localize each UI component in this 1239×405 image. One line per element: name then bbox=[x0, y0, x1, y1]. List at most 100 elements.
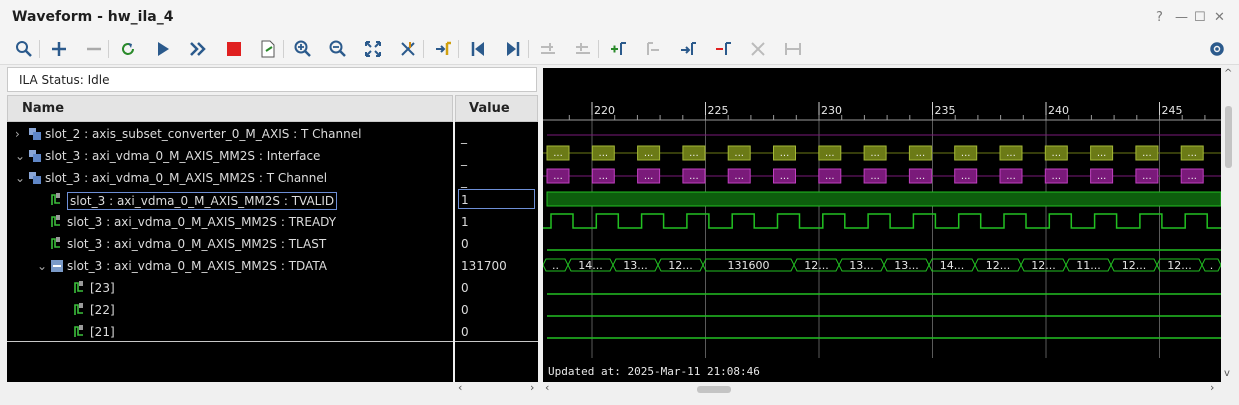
next-marker-icon[interactable] bbox=[678, 39, 698, 59]
tdata-value-label: 14... bbox=[940, 259, 965, 272]
prev-transition-icon[interactable] bbox=[538, 39, 558, 59]
expand-toggle-icon[interactable]: ⌄ bbox=[15, 171, 25, 185]
tdata-value-label: 13... bbox=[849, 259, 874, 272]
close-icon[interactable]: ✕ bbox=[1214, 10, 1225, 25]
bit-signal-icon bbox=[51, 215, 60, 227]
marker-add-icon[interactable] bbox=[433, 39, 453, 59]
signal-row[interactable]: [22] bbox=[7, 299, 453, 321]
signal-name: [21] bbox=[90, 325, 115, 339]
add-marker-icon[interactable] bbox=[608, 39, 628, 59]
settings-icon[interactable] bbox=[1207, 39, 1227, 59]
time-tick-label: 235 bbox=[935, 104, 956, 117]
tdata-value-label: 11... bbox=[1076, 259, 1101, 272]
bus-block-label: ... bbox=[780, 148, 790, 159]
zoom-search-icon[interactable] bbox=[14, 39, 34, 59]
signal-name: slot_3 : axi_vdma_0_M_AXIS_MM2S : TREADY bbox=[67, 215, 337, 229]
zoom-in-icon[interactable] bbox=[293, 39, 313, 59]
bus-block-label: ... bbox=[553, 171, 563, 182]
bus-block-label: ... bbox=[644, 148, 654, 159]
cursor-icon[interactable] bbox=[398, 39, 418, 59]
signal-value: 1 bbox=[458, 189, 535, 209]
bit-signal-icon bbox=[74, 303, 83, 315]
names-hscroll[interactable]: ‹ › bbox=[7, 381, 538, 396]
value-header-label: Value bbox=[469, 101, 510, 116]
zoom-out-icon[interactable] bbox=[328, 39, 348, 59]
waveform-pane[interactable]: 220 225 230 235 240 245......................… bbox=[543, 68, 1221, 382]
signal-row[interactable]: [23] bbox=[7, 277, 453, 299]
value-column-header[interactable]: Value bbox=[455, 95, 538, 122]
bus-block-label: ... bbox=[1187, 171, 1197, 182]
stop-icon[interactable] bbox=[224, 39, 244, 59]
ila-status-text: ILA Status: Idle bbox=[19, 73, 110, 87]
signal-row[interactable]: › slot_2 : axis_subset_converter_0_M_AXIS… bbox=[7, 123, 453, 145]
measure-icon[interactable] bbox=[783, 39, 803, 59]
signal-row[interactable]: ⌄ slot_3 : axi_vdma_0_M_AXIS_MM2S : Inter… bbox=[7, 145, 453, 167]
go-last-icon[interactable] bbox=[503, 39, 523, 59]
fast-forward-icon[interactable] bbox=[188, 39, 208, 59]
bus-block-label: ... bbox=[1097, 148, 1107, 159]
bus-block-label: ... bbox=[734, 171, 744, 182]
help-icon[interactable]: ? bbox=[1156, 10, 1163, 25]
name-column-header[interactable]: Name bbox=[7, 95, 453, 122]
tdata-value-label: 13... bbox=[623, 259, 648, 272]
run-icon[interactable] bbox=[153, 39, 173, 59]
prev-marker-icon[interactable] bbox=[643, 39, 663, 59]
next-transition-icon[interactable] bbox=[573, 39, 593, 59]
bus-block-label: ... bbox=[689, 148, 699, 159]
bus-block-label: ... bbox=[599, 171, 609, 182]
signal-row[interactable]: slot_3 : axi_vdma_0_M_AXIS_MM2S : TVALID bbox=[7, 189, 453, 211]
horizontal-scrollbar[interactable]: ‹ › bbox=[543, 381, 1221, 396]
bit-signal-icon bbox=[51, 193, 60, 205]
bus-block-label: ... bbox=[1052, 171, 1062, 182]
add-icon[interactable] bbox=[49, 39, 69, 59]
signal-row[interactable]: [21] bbox=[7, 321, 453, 343]
tdata-value-label: . bbox=[1210, 259, 1214, 272]
signal-row[interactable]: ⌄ slot_3 : axi_vdma_0_M_AXIS_MM2S : T Cha… bbox=[7, 167, 453, 189]
bus-block-label: ... bbox=[780, 171, 790, 182]
bus-block-label: ... bbox=[825, 171, 835, 182]
signal-name: slot_2 : axis_subset_converter_0_M_AXIS … bbox=[45, 127, 362, 141]
rows-end-divider bbox=[7, 341, 453, 342]
bus-icon bbox=[29, 172, 41, 184]
bus-block-label: ... bbox=[644, 171, 654, 182]
expand-toggle-icon[interactable]: ⌄ bbox=[37, 259, 47, 273]
bus-block-label: ... bbox=[1052, 148, 1062, 159]
signal-name: slot_3 : axi_vdma_0_M_AXIS_MM2S : T Chan… bbox=[45, 171, 328, 185]
tdata-value-label: 131600 bbox=[728, 259, 770, 272]
bus-block-label: ... bbox=[825, 148, 835, 159]
go-first-icon[interactable] bbox=[468, 39, 488, 59]
signal-row[interactable]: ⌄ slot_3 : axi_vdma_0_M_AXIS_MM2S : TDATA bbox=[7, 255, 453, 277]
tdata-value-label: 13... bbox=[894, 259, 919, 272]
tvalid-high-fill bbox=[546, 191, 1221, 207]
bus-icon bbox=[29, 150, 41, 162]
waveform-canvas[interactable]: 220 225 230 235 240 245......................… bbox=[543, 68, 1221, 382]
signal-row[interactable]: slot_3 : axi_vdma_0_M_AXIS_MM2S : TLAST bbox=[7, 233, 453, 255]
vertical-scroll-thumb[interactable] bbox=[1225, 106, 1232, 168]
zoom-fit-icon[interactable] bbox=[363, 39, 383, 59]
bus-block-label: ... bbox=[870, 148, 880, 159]
bus-block-label: ... bbox=[1097, 171, 1107, 182]
remove-icon[interactable] bbox=[84, 39, 104, 59]
maximize-icon[interactable]: ☐ bbox=[1194, 10, 1206, 25]
tdata-value-label: 14... bbox=[578, 259, 603, 272]
delete-icon[interactable] bbox=[748, 39, 768, 59]
signal-row[interactable]: slot_3 : axi_vdma_0_M_AXIS_MM2S : TREADY bbox=[7, 211, 453, 233]
minimize-icon[interactable]: — bbox=[1175, 10, 1188, 25]
tdata-value-label: 12... bbox=[986, 259, 1011, 272]
title-bar: Waveform - hw_ila_4 ? — ☐ ✕ bbox=[0, 0, 1239, 34]
swap-marker-icon[interactable] bbox=[713, 39, 733, 59]
bus-block-label: ... bbox=[961, 148, 971, 159]
vertical-scrollbar[interactable]: ^ v bbox=[1221, 68, 1237, 382]
bus-block-label: ... bbox=[1187, 148, 1197, 159]
horizontal-scroll-thumb[interactable] bbox=[697, 386, 731, 393]
bus-block-label: ... bbox=[1006, 148, 1016, 159]
bus-block-label: ... bbox=[689, 171, 699, 182]
refresh-icon[interactable] bbox=[118, 39, 138, 59]
tready-waveform bbox=[543, 213, 1221, 229]
expand-toggle-icon[interactable]: › bbox=[15, 127, 20, 141]
export-icon[interactable] bbox=[258, 39, 278, 59]
expand-toggle-icon[interactable]: ⌄ bbox=[15, 149, 25, 163]
signal-name: slot_3 : axi_vdma_0_M_AXIS_MM2S : TVALID bbox=[67, 192, 338, 210]
bus-block-label: ... bbox=[1142, 148, 1152, 159]
bus-block-label: ... bbox=[961, 171, 971, 182]
